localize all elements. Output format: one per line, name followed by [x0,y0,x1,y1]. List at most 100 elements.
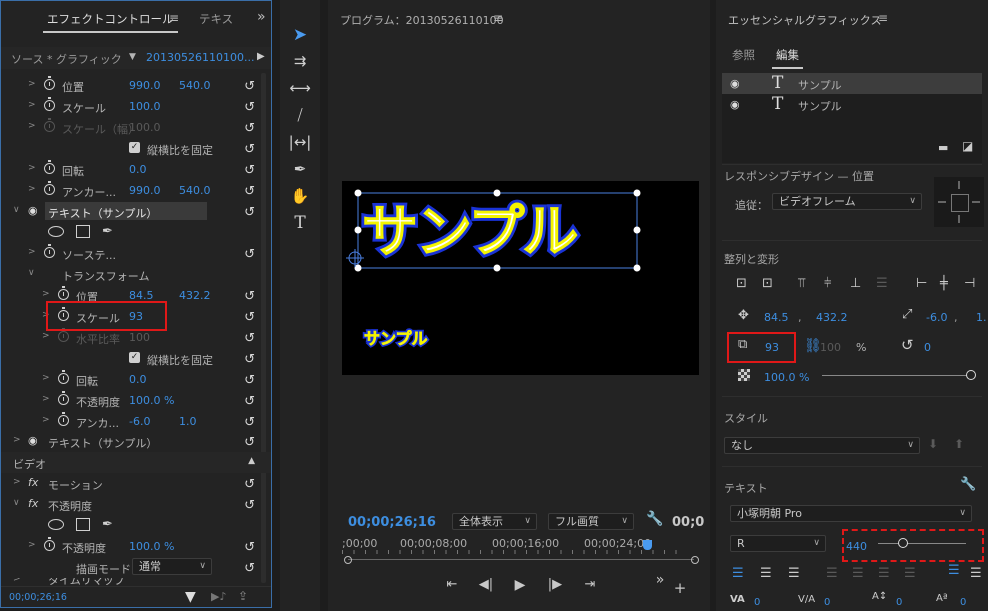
step-forward-icon[interactable]: |▶ [547,577,563,593]
reset-icon[interactable]: ↺ [244,477,255,492]
chevron-right-icon[interactable]: > [13,477,21,487]
panel-menu-icon[interactable]: ≡ [493,11,503,25]
prop-value-y[interactable]: 540.0 [179,79,211,92]
chevron-right-icon[interactable]: > [28,540,36,550]
align-right-icon[interactable]: ⊣ [964,276,975,291]
eye-icon[interactable]: ◉ [28,204,38,217]
text-layer-row-2[interactable]: > ◉ テキスト（サンプル） ↺ [1,431,271,452]
tab-edit[interactable]: 編集 [772,47,803,69]
align-text-center-icon[interactable]: ☰ [760,566,772,581]
align-middle-icon[interactable]: ⫩ [824,276,831,291]
tracking-value[interactable]: 0 [754,597,760,608]
reset-icon[interactable]: ↺ [244,331,255,346]
zoom-level-dropdown[interactable]: 全体表示 ∨ [452,513,537,530]
align-bottom-icon[interactable]: ⊥ [850,276,861,291]
tab-text[interactable]: テキス [199,11,233,27]
reset-icon[interactable]: ↺ [244,415,255,430]
chevron-right-icon[interactable]: > [28,163,36,173]
reset-icon[interactable]: ↺ [244,352,255,367]
chevron-right-icon[interactable]: > [42,394,50,404]
chevron-right-icon[interactable]: > [28,184,36,194]
playhead-timecode[interactable]: 00;00;26;16 [348,515,436,530]
chevron-right-icon[interactable]: > [42,289,50,299]
chevron-right-icon[interactable]: > [13,578,21,584]
type-tool-icon[interactable]: T [287,212,313,234]
align-horizontal-center-icon[interactable]: ⊡ [762,276,773,291]
anchor-y-value[interactable]: 1. [976,311,987,324]
source-clip[interactable]: 20130526110100... [146,51,254,64]
font-style-dropdown[interactable]: R ∨ [730,535,826,552]
go-to-out-icon[interactable]: ⇥ [582,577,598,593]
pin-center-box[interactable] [951,194,969,212]
follow-dropdown[interactable]: ビデオフレーム ∨ [772,193,922,210]
video-frame[interactable]: サンプル サンプル サンプル サンプル [342,181,699,375]
stopwatch-icon[interactable] [44,181,55,195]
prop-value[interactable]: 100.0 % [129,394,174,407]
filter-funnel-icon[interactable]: ▼ [185,589,196,605]
align-left-icon[interactable]: ⊢ [916,276,927,291]
pen-tool-icon[interactable]: ✒ [287,158,313,180]
playhead-marker-icon[interactable] [643,540,652,550]
chevron-down-icon[interactable]: ▼ [129,52,136,62]
tab-effect-controls[interactable]: エフェクトコントロール [43,11,177,33]
zoom-scrollbar[interactable] [344,556,699,564]
pin-line-top[interactable] [958,181,960,189]
chevron-right-icon[interactable]: > [42,415,50,425]
chevron-right-icon[interactable]: > [28,100,36,110]
position-y-value[interactable]: 432.2 [816,311,848,324]
chevron-down-icon[interactable]: ∨ [13,205,20,215]
hand-tool-icon[interactable]: ✋ [287,185,313,207]
selection-tool-icon[interactable]: ➤ [287,24,313,46]
chevron-down-icon[interactable]: ∨ [13,498,20,508]
tab-browse[interactable]: 参照 [732,47,755,63]
pin-widget[interactable] [934,177,984,227]
reset-icon[interactable]: ↺ [244,205,255,220]
stopwatch-icon[interactable] [44,244,55,258]
fx-badge-icon[interactable]: fx [28,476,38,489]
prop-value[interactable]: 0.0 [129,373,147,386]
eye-icon[interactable]: ◉ [28,434,38,447]
reset-icon[interactable]: ↺ [244,121,255,136]
export-icon[interactable]: ⇪ [238,589,248,603]
prop-value[interactable]: 100.0 [129,100,161,113]
title-text-graphic[interactable]: サンプル サンプル サンプル サンプル [342,181,699,375]
step-back-icon[interactable]: ◀| [478,577,494,593]
chevron-down-icon[interactable]: ∨ [28,268,35,278]
prop-value-y[interactable]: 1.0 [179,415,197,428]
align-center-icon[interactable]: ╪ [940,276,948,291]
reset-icon[interactable]: ↺ [244,100,255,115]
reset-icon[interactable]: ↺ [244,373,255,388]
chevron-right-icon[interactable]: > [42,373,50,383]
stopwatch-icon[interactable] [44,537,55,551]
prop-value-x[interactable]: -6.0 [129,415,150,428]
position-x-value[interactable]: 84.5 [764,311,789,324]
source-label[interactable]: ソース * グラフィック [11,51,122,67]
reset-icon[interactable]: ↺ [244,540,255,555]
overflow-chevron-icon[interactable]: » [652,572,668,588]
reset-icon[interactable]: ↺ [244,561,255,576]
align-text-left-icon[interactable]: ☰ [732,566,744,581]
anchor-x-value[interactable]: -6.0 [926,311,947,324]
pen-mask-icon[interactable]: ✒ [102,224,113,239]
kerning-value[interactable]: 0 [824,597,830,608]
folder-icon[interactable]: ▬ [938,141,948,154]
reset-icon[interactable]: ↺ [244,310,255,325]
pin-line-bottom[interactable] [958,215,960,223]
rotation-value[interactable]: 0 [924,341,931,354]
text-middle-align-icon[interactable]: ☰ [970,566,982,581]
current-timecode[interactable]: 00;00;26;16 [9,592,67,603]
opacity-value[interactable]: 100.0 % [764,371,809,384]
pin-line-right[interactable] [972,201,980,203]
ripple-edit-tool-icon[interactable]: ⟷ [287,77,313,99]
stopwatch-icon[interactable] [58,370,69,384]
new-layer-icon[interactable]: ◪ [962,139,973,153]
scrollbar-right-handle[interactable] [691,556,699,564]
chevron-right-icon[interactable]: > [28,247,36,257]
rectangle-mask-icon[interactable] [76,518,90,531]
stopwatch-icon[interactable] [44,160,55,174]
align-text-right-icon[interactable]: ☰ [788,566,800,581]
reset-icon[interactable]: ↺ [244,247,255,262]
wrench-icon[interactable]: 🔧 [646,511,663,527]
text-layer-row[interactable]: ∨ ◉ テキスト（サンプル） ↺ [1,201,271,222]
wrench-icon[interactable]: 🔧 [960,477,976,492]
